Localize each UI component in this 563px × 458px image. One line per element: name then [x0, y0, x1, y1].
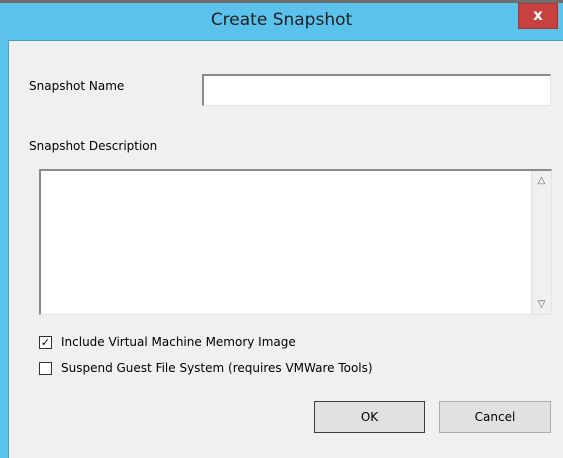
include-memory-label[interactable]: Include Virtual Machine Memory Image	[61, 335, 296, 349]
vertical-scrollbar[interactable]: △ ▽	[531, 171, 551, 314]
suspend-filesystem-checkbox[interactable]	[39, 362, 52, 375]
close-button[interactable]: x	[518, 3, 558, 29]
snapshot-name-input[interactable]	[202, 74, 551, 106]
title-bar[interactable]: Create Snapshot x	[0, 3, 563, 40]
close-icon: x	[533, 6, 543, 24]
scroll-up-icon[interactable]: △	[532, 171, 551, 190]
dialog-body: Snapshot Name Snapshot Description △ ▽ ✓…	[8, 40, 563, 458]
suspend-filesystem-label[interactable]: Suspend Guest File System (requires VMWa…	[61, 361, 373, 375]
ok-button[interactable]: OK	[314, 401, 425, 433]
snapshot-name-label: Snapshot Name	[29, 79, 125, 93]
create-snapshot-dialog: Create Snapshot x Snapshot Name Snapshot…	[0, 3, 563, 458]
window-title: Create Snapshot	[210, 10, 353, 30]
checkmark-icon: ✓	[40, 336, 51, 349]
snapshot-description-label: Snapshot Description	[29, 139, 158, 153]
scroll-down-icon[interactable]: ▽	[532, 295, 551, 314]
snapshot-description-textarea[interactable]: △ ▽	[39, 169, 552, 315]
cancel-button[interactable]: Cancel	[439, 401, 551, 433]
include-memory-checkbox[interactable]: ✓	[39, 336, 52, 349]
